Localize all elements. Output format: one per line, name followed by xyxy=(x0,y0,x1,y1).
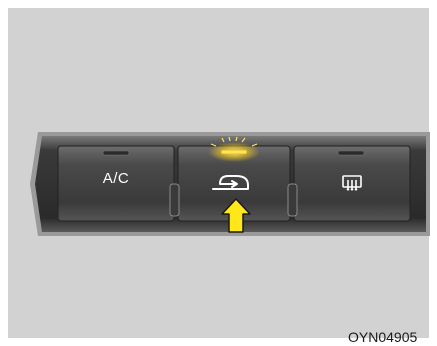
recirculation-button[interactable] xyxy=(178,146,290,221)
figure-caption: OYN04905 xyxy=(348,330,418,344)
ac-button[interactable]: A/C xyxy=(58,146,174,221)
figure-canvas: A/C OYN04905 xyxy=(0,0,437,346)
ac-label: A/C xyxy=(102,170,130,187)
rear-defrost-button[interactable] xyxy=(294,146,410,221)
